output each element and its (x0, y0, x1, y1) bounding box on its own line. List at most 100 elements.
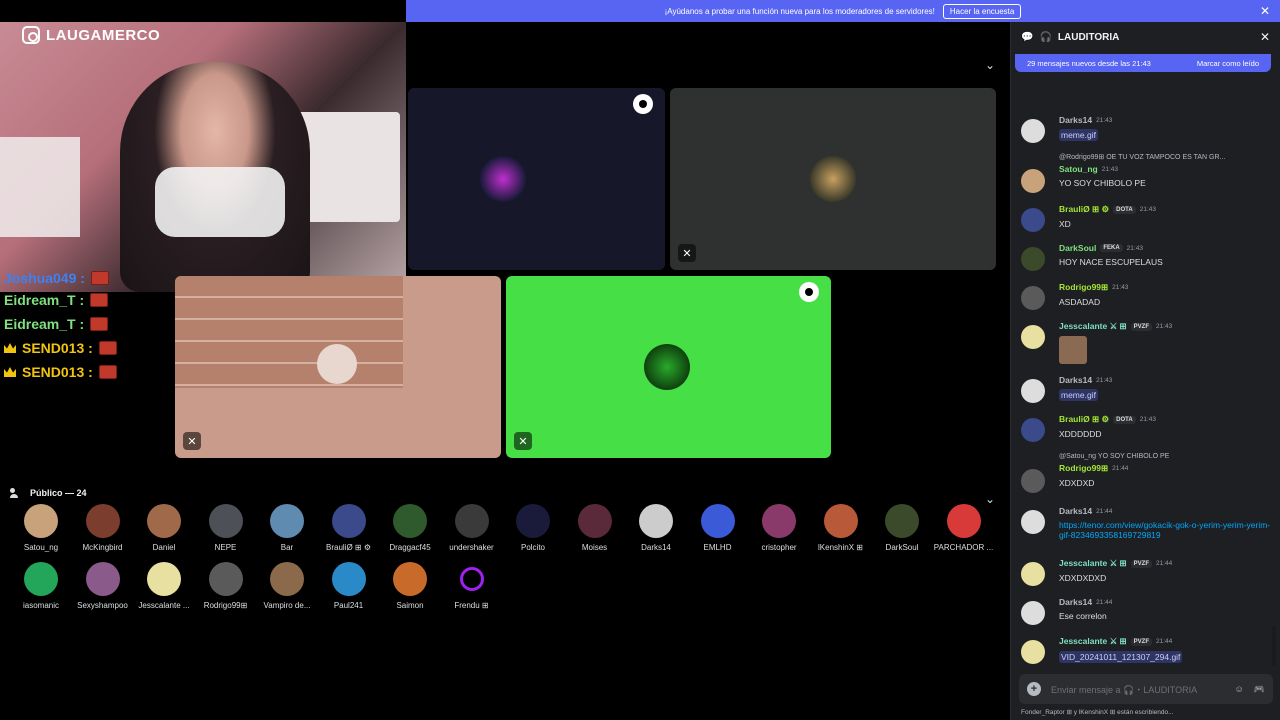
chat-message[interactable]: Rodrigo99⊞ 21:43 ASDADAD (1021, 282, 1271, 310)
avatar[interactable] (1021, 469, 1045, 493)
audience-member[interactable]: Bar (256, 504, 318, 552)
audience-member[interactable]: Vampiro de... (256, 562, 318, 610)
avatar[interactable] (1021, 208, 1045, 232)
emoji-icon[interactable]: ☺ (1235, 684, 1244, 695)
image-attachment[interactable] (1059, 336, 1087, 364)
chat-message[interactable]: Darks14 21:44 Ese correlon (1021, 597, 1271, 625)
video-tile[interactable]: ✕ (506, 276, 831, 458)
avatar[interactable] (1021, 169, 1045, 193)
whiteboard-background (0, 137, 80, 237)
audience-member[interactable]: iasomanic (10, 562, 72, 610)
audience-member[interactable]: BrauliØ ⊞ ⚙ (318, 504, 380, 552)
message-composer[interactable]: + Enviar mensaje a 🎧・LAUDITORIA ☺ 🎮 (1019, 674, 1273, 704)
message-input[interactable]: Enviar mensaje a 🎧・LAUDITORIA (1051, 683, 1197, 696)
video-tile[interactable]: ✕ (670, 88, 996, 270)
file-attachment[interactable]: meme.gif (1059, 129, 1098, 141)
audience-member[interactable]: Frendu ⊞ (441, 562, 503, 610)
message-author[interactable]: Satou_ng (1059, 164, 1098, 174)
audience-member[interactable]: Paul241 (318, 562, 380, 610)
avatar[interactable] (1021, 119, 1045, 143)
file-attachment[interactable]: meme.gif (1059, 389, 1098, 401)
audience-member[interactable]: Satou_ng (10, 504, 72, 552)
message-author[interactable]: Jesscalante ⚔ ⊞ (1059, 558, 1127, 569)
avatar[interactable] (1021, 418, 1045, 442)
audience-member[interactable]: EMLHD (687, 504, 749, 552)
message-author[interactable]: Rodrigo99⊞ (1059, 282, 1108, 293)
audience-name: Darks14 (641, 543, 671, 552)
scrollbar[interactable] (1272, 626, 1276, 666)
audience-member[interactable]: Sexyshampoo (72, 562, 134, 610)
take-survey-button[interactable]: Hacer la encuesta (942, 3, 1022, 19)
stream-chat-line: SEND013 : (4, 364, 117, 380)
avatar[interactable] (1021, 510, 1045, 534)
audience-member[interactable]: NEPE (195, 504, 257, 552)
file-attachment[interactable]: VID_20241011_121307_294.gif (1059, 651, 1183, 663)
avatar[interactable] (1021, 379, 1045, 403)
message-author[interactable]: BrauliØ ⊞ ⚙ (1059, 204, 1109, 215)
message-timestamp: 21:44 (1112, 465, 1129, 472)
video-tile[interactable] (408, 88, 665, 270)
message-author[interactable]: BrauliØ ⊞ ⚙ (1059, 414, 1109, 425)
chat-message[interactable]: Darks14 21:43 meme.gif (1021, 115, 1271, 143)
audience-member[interactable]: Rodrigo99⊞ (195, 562, 257, 610)
chat-message[interactable]: BrauliØ ⊞ ⚙ DOTA 21:43 XDDDDDD (1021, 414, 1271, 442)
avatar[interactable] (1021, 325, 1045, 349)
audience-member[interactable]: Saimon (379, 562, 441, 610)
avatar[interactable] (1021, 640, 1045, 664)
chat-message[interactable]: @Rodrigo99⊞ OE TU VOZ TAMPOCO ES TAN GR.… (1021, 153, 1271, 193)
message-author[interactable]: Jesscalante ⚔ ⊞ (1059, 636, 1127, 647)
message-link[interactable]: https://tenor.com/view/gokacik-gok-o-yer… (1059, 520, 1270, 540)
audience-member[interactable]: Polcito (502, 504, 564, 552)
reply-preview[interactable]: @Satou_ng YO SOY CHIBOLO PE (1059, 453, 1271, 460)
message-author[interactable]: Rodrigo99⊞ (1059, 463, 1108, 474)
message-author[interactable]: Darks14 (1059, 597, 1092, 607)
new-messages-bar[interactable]: 29 mensajes nuevos desde las 21:43 Marca… (1015, 54, 1271, 72)
audience-member[interactable]: cristopher (748, 504, 810, 552)
audience-header[interactable]: Público — 24 (10, 488, 87, 498)
chat-message[interactable]: @Satou_ng YO SOY CHIBOLO PE Rodrigo99⊞ 21:… (1021, 453, 1271, 493)
audience-member[interactable]: DarkSoul (871, 504, 933, 552)
audience-name: lKenshinX ⊞ (818, 543, 863, 552)
avatar[interactable] (1021, 247, 1045, 271)
gamepad-icon[interactable]: 🎮 (1254, 684, 1265, 695)
video-tile[interactable]: ✕ (175, 276, 501, 458)
chat-message[interactable]: Jesscalante ⚔ ⊞ PVZF 21:44 XDXDXDXD (1021, 558, 1271, 586)
audience-member[interactable]: PARCHADOR ... (933, 504, 995, 552)
close-icon[interactable]: ✕ (1260, 30, 1270, 44)
chat-message[interactable]: DarkSoul FEKA 21:43 HOY NACE ESCUPELAUS (1021, 243, 1271, 271)
stream-chat-line: Eidream_T : (4, 292, 109, 308)
chat-message[interactable]: Darks14 21:44 https://tenor.com/view/gokac… (1021, 506, 1271, 540)
audience-member[interactable]: Moises (564, 504, 626, 552)
banner-text: ¡Ayúdanos a probar una función nueva par… (664, 6, 935, 16)
avatar[interactable] (1021, 601, 1045, 625)
banner-close-icon[interactable]: ✕ (1260, 4, 1270, 18)
chat-message[interactable]: Darks14 21:43 meme.gif (1021, 375, 1271, 403)
chat-message[interactable]: BrauliØ ⊞ ⚙ DOTA 21:43 XD (1021, 204, 1271, 232)
audience-member[interactable]: lKenshinX ⊞ (810, 504, 872, 552)
message-author[interactable]: DarkSoul (1059, 243, 1096, 253)
add-attachment-icon[interactable]: + (1027, 682, 1041, 696)
message-author[interactable]: Jesscalante ⚔ ⊞ (1059, 321, 1127, 332)
avatar (393, 562, 427, 596)
clan-badge: DOTA (1113, 415, 1136, 424)
chat-message[interactable]: Jesscalante ⚔ ⊞ PVZF 21:44 VID_20241011_121… (1021, 636, 1271, 664)
audience-name: BrauliØ ⊞ ⚙ (326, 543, 371, 552)
avatar[interactable] (1021, 562, 1045, 586)
audience-member[interactable]: Darks14 (625, 504, 687, 552)
mark-read-button[interactable]: Marcar como leído (1197, 59, 1259, 68)
avatar[interactable] (1021, 286, 1045, 310)
avatar (147, 562, 181, 596)
audience-member[interactable]: McKingbird (72, 504, 134, 552)
avatar (516, 504, 550, 538)
audience-member[interactable]: undershaker (441, 504, 503, 552)
message-author[interactable]: Darks14 (1059, 506, 1092, 516)
message-author[interactable]: Darks14 (1059, 115, 1092, 125)
audience-member[interactable]: Draggacf45 (379, 504, 441, 552)
chevron-down-icon[interactable]: ⌄ (985, 58, 995, 72)
chat-message[interactable]: Jesscalante ⚔ ⊞ PVZF 21:43 (1021, 321, 1271, 364)
audience-member[interactable]: Jesscalante ... (133, 562, 195, 610)
message-author[interactable]: Darks14 (1059, 375, 1092, 385)
muted-mic-icon: ✕ (183, 432, 201, 450)
audience-member[interactable]: Daniel (133, 504, 195, 552)
reply-preview[interactable]: @Rodrigo99⊞ OE TU VOZ TAMPOCO ES TAN GR.… (1059, 153, 1271, 161)
